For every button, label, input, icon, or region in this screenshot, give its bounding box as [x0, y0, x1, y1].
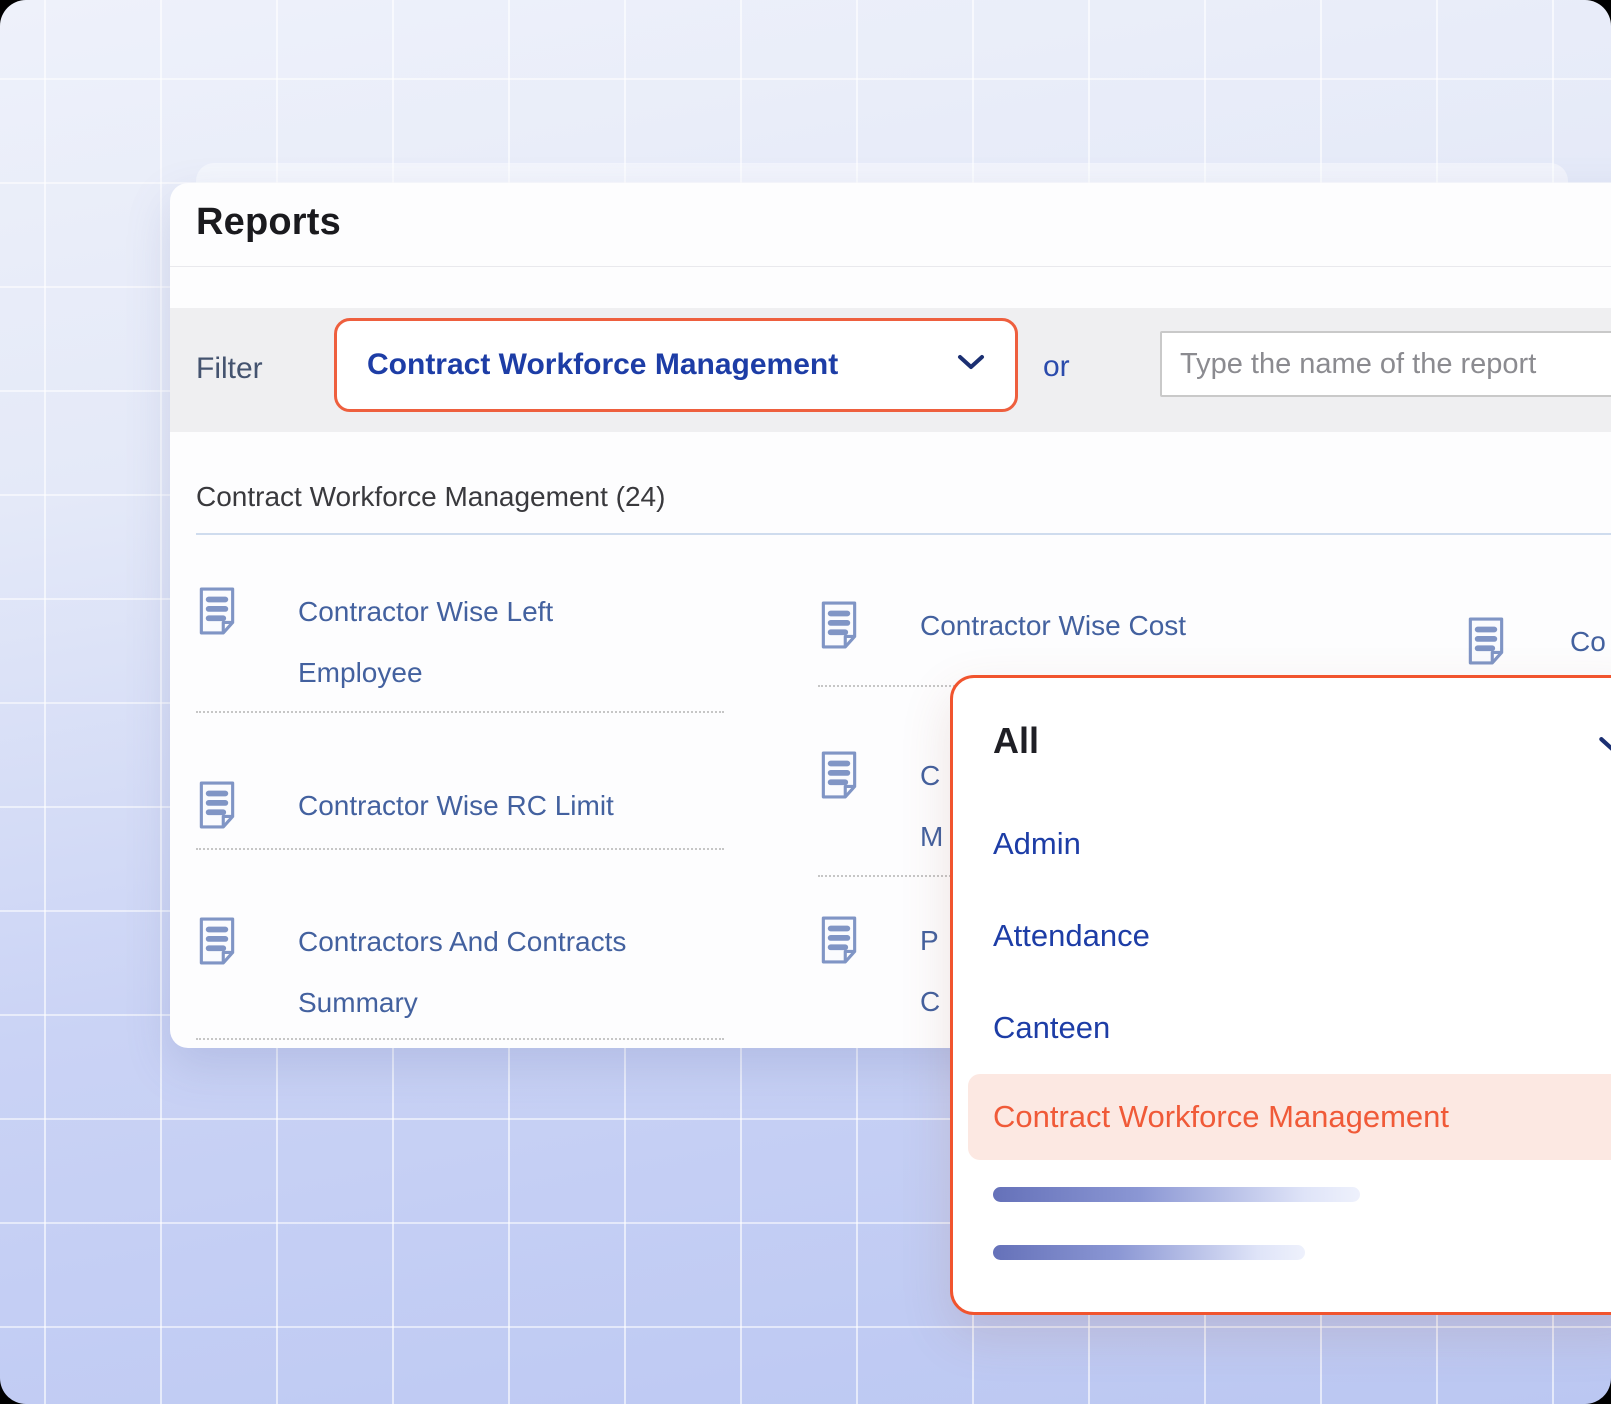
category-dropdown-button[interactable]: Contract Workforce Management — [334, 318, 1018, 412]
document-icon — [196, 781, 238, 834]
dropdown-option-active-label: Contract Workforce Management — [993, 1099, 1449, 1135]
skeleton-bar — [993, 1245, 1305, 1260]
document-icon — [196, 587, 238, 640]
report-item-label: Contractors And Contracts Summary — [298, 911, 626, 1033]
document-icon — [196, 917, 238, 970]
item-divider — [196, 711, 724, 713]
category-dropdown-panel: All Admin Attendance Canteen Contract Wo… — [950, 675, 1611, 1315]
document-icon — [818, 601, 860, 654]
document-icon — [818, 916, 860, 969]
chevron-down-icon — [957, 354, 985, 376]
dropdown-option-admin[interactable]: Admin — [993, 826, 1081, 862]
chevron-down-icon — [1598, 736, 1611, 759]
report-item-label: Contractor Wise Cost — [920, 595, 1186, 656]
report-item-label: Co — [1570, 611, 1606, 672]
document-icon — [818, 751, 860, 804]
report-item-contractor-wise-left-employee[interactable]: Contractor Wise Left Employee — [196, 581, 726, 711]
skeleton-bar — [993, 1187, 1360, 1202]
category-dropdown-value: Contract Workforce Management — [367, 348, 838, 382]
item-divider — [196, 1038, 724, 1040]
report-item-clipped[interactable]: Co — [1465, 611, 1611, 681]
report-item-contractors-and-contracts-summary[interactable]: Contractors And Contracts Summary — [196, 911, 726, 1037]
report-search-input[interactable] — [1160, 331, 1611, 397]
dropdown-selected-row[interactable]: All — [993, 720, 1039, 762]
report-item-label: C M — [920, 745, 943, 867]
item-divider — [196, 848, 724, 850]
section-heading: Contract Workforce Management (24) — [196, 481, 665, 513]
section-divider — [196, 533, 1611, 535]
filter-bar: Filter Contract Workforce Management or — [170, 308, 1611, 432]
report-item-label: Contractor Wise Left Employee — [298, 581, 553, 703]
filter-label: Filter — [196, 352, 263, 386]
report-item-contractor-wise-rc-limit[interactable]: Contractor Wise RC Limit — [196, 775, 726, 845]
report-item-label: Contractor Wise RC Limit — [298, 775, 614, 836]
app-canvas: Reports Filter Contract Workforce Manage… — [0, 0, 1611, 1404]
page-title: Reports — [196, 201, 341, 244]
or-label: or — [1043, 350, 1070, 384]
dropdown-option-attendance[interactable]: Attendance — [993, 918, 1150, 954]
stage: Reports Filter Contract Workforce Manage… — [0, 0, 1611, 1404]
report-item-label: P C — [920, 910, 940, 1032]
dropdown-option-active[interactable]: Contract Workforce Management — [968, 1074, 1611, 1160]
report-item-contractor-wise-cost[interactable]: Contractor Wise Cost — [818, 595, 1378, 665]
card-divider — [170, 266, 1611, 267]
document-icon — [1465, 617, 1507, 670]
dropdown-option-canteen[interactable]: Canteen — [993, 1010, 1110, 1046]
